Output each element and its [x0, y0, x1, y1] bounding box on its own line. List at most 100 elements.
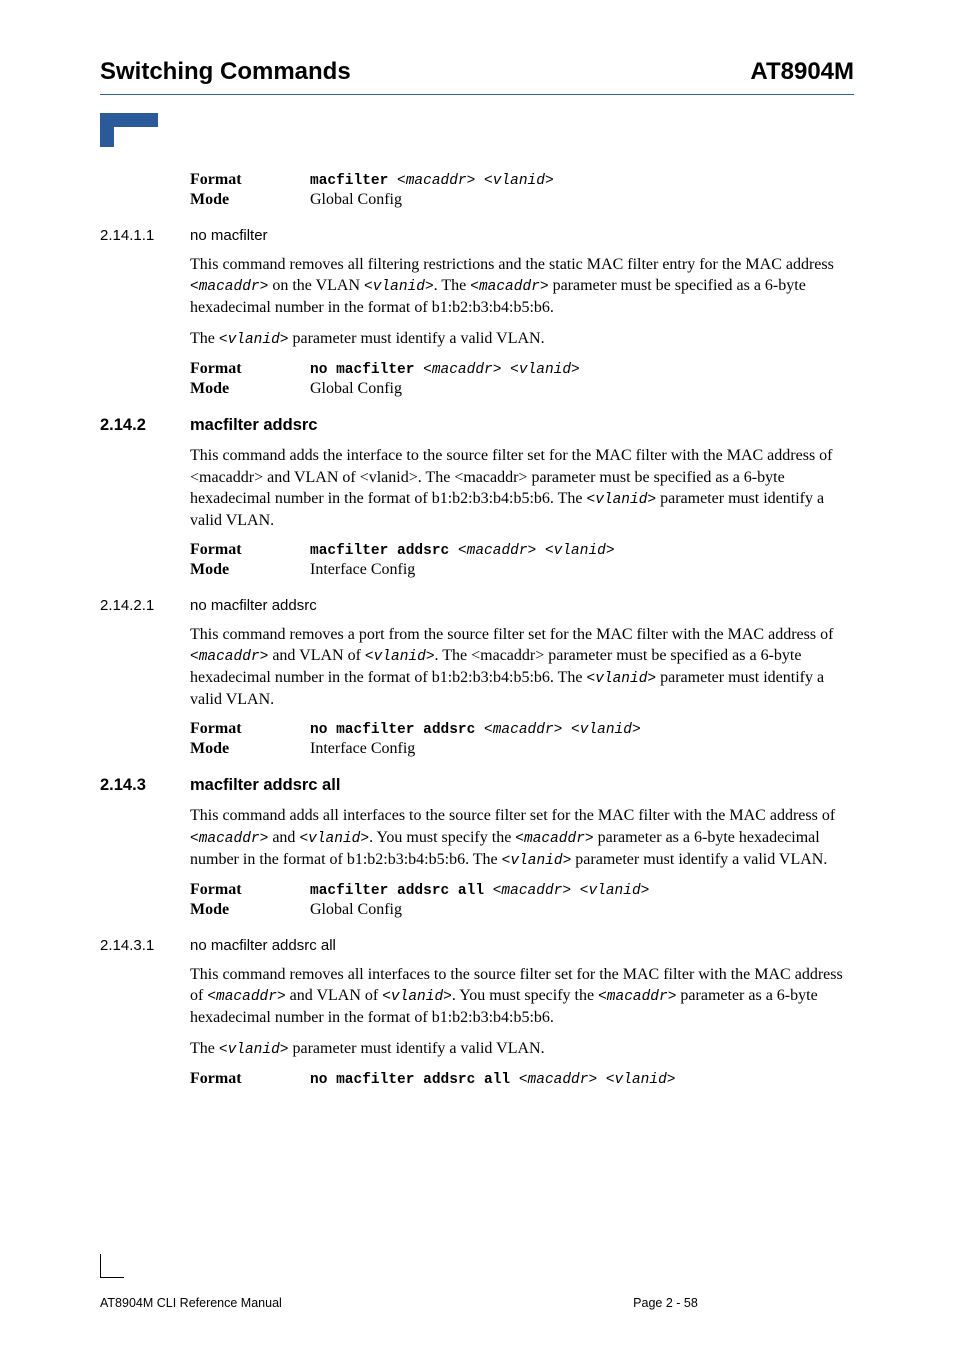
- text: This command removes a port from the sou…: [190, 626, 833, 643]
- footer-manual-name: AT8904M CLI Reference Manual: [100, 1296, 477, 1310]
- s3-para1: This command removes a port from the sou…: [190, 624, 854, 710]
- inline-arg: <vlanid>: [587, 671, 657, 687]
- cmd-args: <macaddr> <vlanid>: [519, 1072, 676, 1088]
- cmd-args: <macaddr> <vlanid>: [458, 543, 615, 559]
- brand-logo: [100, 113, 954, 147]
- mode-label: Mode: [190, 561, 310, 579]
- s1-format-val: no macfilter <macaddr> <vlanid>: [310, 360, 854, 378]
- s2-para1: This command adds the interface to the s…: [190, 445, 854, 530]
- cmd0-mode-val: Global Config: [310, 191, 854, 209]
- logo-svg: [100, 113, 158, 147]
- section-number: 2.14.2.1: [100, 597, 190, 614]
- inline-arg: <vlanid>: [299, 831, 369, 847]
- section-title: macfilter addsrc: [190, 416, 317, 435]
- page-footer: AT8904M CLI Reference Manual Page 2 - 58: [100, 1296, 854, 1310]
- text: and VLAN of: [286, 987, 383, 1004]
- section-number: 2.14.2: [100, 416, 190, 435]
- section-heading-2142: 2.14.2 macfilter addsrc: [100, 416, 854, 435]
- section-number: 2.14.1.1: [100, 227, 190, 244]
- inline-arg: <macaddr>: [190, 831, 268, 847]
- text: . You must specify the: [452, 987, 598, 1004]
- s4-para1: This command adds all interfaces to the …: [190, 805, 854, 870]
- s3-format-val: no macfilter addsrc <macaddr> <vlanid>: [310, 720, 854, 738]
- s2-mode-row: Mode Interface Config: [190, 561, 854, 579]
- format-label: Format: [190, 720, 310, 738]
- inline-arg: <vlanid>: [502, 853, 572, 869]
- section-heading-21431: 2.14.3.1 no macfilter addsrc all: [100, 937, 854, 954]
- text: and VLAN of: [268, 647, 365, 664]
- s2-format-row: Format macfilter addsrc <macaddr> <vlani…: [190, 541, 854, 559]
- text: and: [268, 829, 299, 846]
- s5-para1: This command removes all interfaces to t…: [190, 964, 854, 1028]
- s4-mode-row: Mode Global Config: [190, 901, 854, 919]
- cmd-literal: no macfilter addsrc all: [310, 1072, 519, 1088]
- s5-deflist: Format no macfilter addsrc all <macaddr>…: [190, 1070, 854, 1088]
- text: . You must specify the: [369, 829, 515, 846]
- header-rule: [100, 94, 854, 95]
- s5-format-row: Format no macfilter addsrc all <macaddr>…: [190, 1070, 854, 1088]
- format-label: Format: [190, 1070, 310, 1088]
- inline-arg: <vlanid>: [364, 279, 434, 295]
- s2-deflist: Format macfilter addsrc <macaddr> <vlani…: [190, 541, 854, 579]
- s1-mode-val: Global Config: [310, 380, 854, 398]
- s2-format-val: macfilter addsrc <macaddr> <vlanid>: [310, 541, 854, 559]
- page-header: Switching Commands AT8904M: [0, 58, 954, 86]
- cmd0-format-row: Format macfilter <macaddr> <vlanid>: [190, 171, 854, 189]
- cmd-literal: macfilter addsrc all: [310, 883, 493, 899]
- format-label: Format: [190, 881, 310, 899]
- cmd-literal: no macfilter: [310, 362, 423, 378]
- s1-deflist: Format no macfilter <macaddr> <vlanid> M…: [190, 360, 854, 398]
- cmd-args: <macaddr> <vlanid>: [493, 883, 650, 899]
- format-label: Format: [190, 171, 310, 189]
- cmd-args: <macaddr> <vlanid>: [484, 722, 641, 738]
- section-heading-21411: 2.14.1.1 no macfilter: [100, 227, 854, 244]
- cmd0-format-val: macfilter <macaddr> <vlanid>: [310, 171, 854, 189]
- mode-label: Mode: [190, 380, 310, 398]
- s3-mode-val: Interface Config: [310, 740, 854, 758]
- inline-arg: <macaddr>: [515, 831, 593, 847]
- text: parameter must identify a valid VLAN.: [571, 851, 827, 868]
- inline-arg: <macaddr>: [598, 989, 676, 1005]
- section-title: macfilter addsrc all: [190, 776, 340, 795]
- inline-arg: <vlanid>: [587, 492, 657, 508]
- s5-para2: The <vlanid> parameter must identify a v…: [190, 1038, 854, 1060]
- inline-arg: <macaddr>: [207, 989, 285, 1005]
- section-title: no macfilter addsrc: [190, 597, 317, 614]
- s3-deflist: Format no macfilter addsrc <macaddr> <vl…: [190, 720, 854, 758]
- header-title: Switching Commands: [100, 58, 351, 86]
- text: This command adds all interfaces to the …: [190, 807, 835, 824]
- cmd-literal: macfilter: [310, 173, 397, 189]
- mode-label: Mode: [190, 191, 310, 209]
- inline-arg: <vlanid>: [219, 332, 289, 348]
- inline-arg: <vlanid>: [219, 1042, 289, 1058]
- format-label: Format: [190, 541, 310, 559]
- s3-mode-row: Mode Interface Config: [190, 740, 854, 758]
- text: parameter must identify a valid VLAN.: [289, 330, 545, 347]
- content-body: Format macfilter <macaddr> <vlanid> Mode…: [0, 171, 954, 1088]
- s4-mode-val: Global Config: [310, 901, 854, 919]
- format-label: Format: [190, 360, 310, 378]
- s1-para2: The <vlanid> parameter must identify a v…: [190, 328, 854, 350]
- text: The: [190, 1040, 219, 1057]
- text: This command removes all filtering restr…: [190, 256, 834, 273]
- section-title: no macfilter: [190, 227, 268, 244]
- section-heading-21421: 2.14.2.1 no macfilter addsrc: [100, 597, 854, 614]
- s3-format-row: Format no macfilter addsrc <macaddr> <vl…: [190, 720, 854, 738]
- inline-arg: <vlanid>: [382, 989, 452, 1005]
- s1-mode-row: Mode Global Config: [190, 380, 854, 398]
- mode-label: Mode: [190, 740, 310, 758]
- s4-deflist: Format macfilter addsrc all <macaddr> <v…: [190, 881, 854, 919]
- cmd-literal: no macfilter addsrc: [310, 722, 484, 738]
- text: on the VLAN: [268, 277, 364, 294]
- inline-arg: <vlanid>: [365, 649, 435, 665]
- text: parameter must identify a valid VLAN.: [289, 1040, 545, 1057]
- s1-format-row: Format no macfilter <macaddr> <vlanid>: [190, 360, 854, 378]
- cmd-literal: macfilter addsrc: [310, 543, 458, 559]
- inline-arg: <macaddr>: [470, 279, 548, 295]
- section-title: no macfilter addsrc all: [190, 937, 336, 954]
- footer-page-number: Page 2 - 58: [477, 1296, 854, 1310]
- cmd-args: <macaddr> <vlanid>: [423, 362, 580, 378]
- cmd0-deflist: Format macfilter <macaddr> <vlanid> Mode…: [190, 171, 854, 209]
- s4-format-val: macfilter addsrc all <macaddr> <vlanid>: [310, 881, 854, 899]
- cmd0-mode-row: Mode Global Config: [190, 191, 854, 209]
